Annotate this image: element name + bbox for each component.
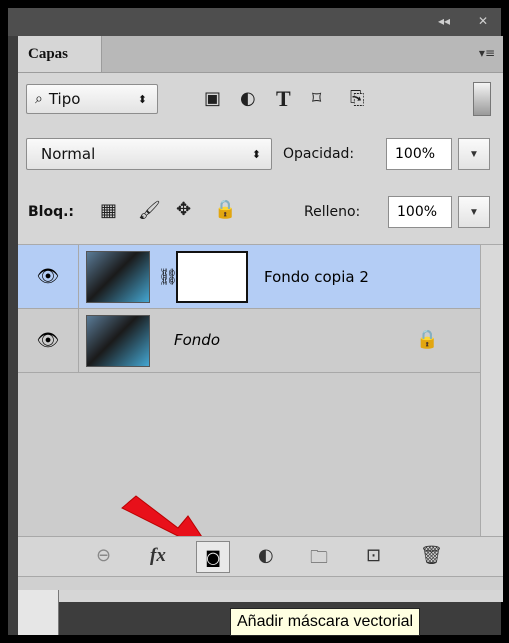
lock-position-icon[interactable]: ✥ bbox=[176, 199, 191, 220]
filter-toggle-switch[interactable] bbox=[473, 82, 491, 116]
smart-object-filter-icon[interactable]: ⎘ bbox=[350, 88, 364, 109]
new-group-icon[interactable]: 🗀 bbox=[310, 545, 328, 575]
tooltip: Añadir máscara vectorial bbox=[230, 608, 421, 636]
layers-scrollbar[interactable] bbox=[480, 245, 503, 537]
layer-thumbnail[interactable] bbox=[86, 315, 150, 367]
layer-lock-icon: 🔒 bbox=[416, 329, 439, 350]
tab-capas[interactable]: Capas bbox=[18, 36, 102, 72]
lock-paint-icon[interactable]: 🖌 bbox=[138, 200, 161, 221]
opacity-dropdown-button[interactable]: ▼ bbox=[458, 138, 490, 170]
filter-kind-label: Tipo bbox=[48, 90, 81, 108]
delete-layer-icon[interactable]: 🗑 bbox=[420, 545, 443, 566]
vector-mask-thumbnail[interactable] bbox=[176, 251, 248, 303]
tab-row: Capas ▾≡ bbox=[18, 36, 503, 73]
image-filter-icon[interactable]: ▣ bbox=[204, 88, 221, 109]
updown-icon: ⬍ bbox=[137, 92, 147, 106]
fx-icon[interactable]: fx bbox=[150, 545, 166, 567]
eye-icon: 👁 bbox=[36, 266, 60, 286]
type-filter-icon[interactable]: T bbox=[276, 86, 291, 112]
layers-list: 👁 ⛓ Fondo copia 2 👁 Fondo 🔒 bbox=[18, 244, 503, 537]
collapse-icon[interactable]: ◂◂ bbox=[438, 14, 450, 28]
dock-strip bbox=[18, 590, 59, 635]
shape-filter-icon[interactable]: ⌑ bbox=[312, 88, 321, 109]
opacity-input[interactable]: 100% bbox=[386, 138, 452, 170]
layer-name[interactable]: Fondo copia 2 bbox=[264, 268, 369, 286]
panel-title-bar: ◂◂ ✕ bbox=[8, 8, 501, 36]
add-mask-button[interactable]: ◙ bbox=[196, 541, 230, 573]
fill-dropdown-button[interactable]: ▼ bbox=[458, 196, 490, 228]
fill-label: Relleno: bbox=[304, 204, 361, 220]
close-icon[interactable]: ✕ bbox=[478, 14, 488, 28]
adjustment-layer-icon[interactable]: ◐ bbox=[258, 545, 274, 566]
layer-row[interactable]: 👁 ⛓ Fondo copia 2 bbox=[18, 245, 480, 309]
new-layer-icon[interactable]: ⊡ bbox=[366, 545, 381, 566]
lock-all-icon[interactable]: 🔒 bbox=[214, 199, 236, 220]
layer-name[interactable]: Fondo bbox=[174, 331, 220, 349]
eye-icon: 👁 bbox=[36, 330, 60, 350]
updown-icon: ⬍ bbox=[251, 147, 261, 161]
layer-thumbnail[interactable] bbox=[86, 251, 150, 303]
adjustment-filter-icon[interactable]: ◐ bbox=[240, 88, 256, 109]
blend-mode-select[interactable]: Normal ⬍ bbox=[26, 138, 272, 170]
fill-input[interactable]: 100% bbox=[388, 196, 452, 228]
opacity-label: Opacidad: bbox=[283, 146, 355, 162]
lock-transparency-icon[interactable]: ▦ bbox=[100, 200, 117, 221]
lock-label: Bloq.: bbox=[28, 204, 75, 220]
visibility-toggle[interactable]: 👁 bbox=[18, 309, 79, 372]
search-icon: ⌕ bbox=[35, 91, 43, 107]
panel-resize-handle[interactable] bbox=[18, 576, 503, 590]
visibility-toggle[interactable]: 👁 bbox=[18, 245, 79, 308]
layers-panel: Capas ▾≡ ⌕ Tipo ⬍ ▣ ◐ T ⌑ ⎘ Normal ⬍ Opa… bbox=[18, 36, 503, 602]
layers-bottom-bar: ⊖ fx ◙ ◐ 🗀 ⊡ 🗑 bbox=[18, 536, 503, 576]
panel-menu-icon[interactable]: ▾≡ bbox=[479, 46, 495, 60]
link-layers-icon[interactable]: ⊖ bbox=[96, 545, 111, 566]
blend-mode-value: Normal bbox=[41, 145, 96, 163]
layer-row[interactable]: 👁 Fondo 🔒 bbox=[18, 309, 480, 373]
filter-kind-select[interactable]: ⌕ Tipo ⬍ bbox=[26, 84, 158, 114]
add-mask-icon: ◙ bbox=[205, 547, 221, 567]
